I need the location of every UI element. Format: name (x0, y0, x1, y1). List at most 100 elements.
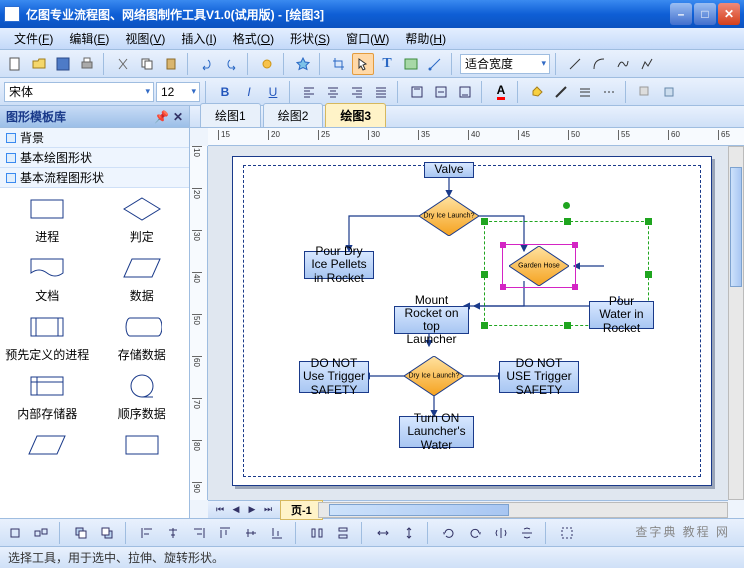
valign-bottom-button[interactable] (454, 81, 476, 103)
shape-stencil-extra-0[interactable] (2, 430, 93, 460)
sidebar-category-1[interactable]: 基本绘图形状 (0, 148, 189, 168)
page-prev-button[interactable]: ◀ (228, 504, 244, 515)
bt-2[interactable] (30, 522, 52, 544)
sidebar-category-0[interactable]: 背景 (0, 128, 189, 148)
align-left-button[interactable] (298, 81, 320, 103)
print-button[interactable] (76, 53, 98, 75)
line-weight-button[interactable] (574, 81, 596, 103)
group-button[interactable] (556, 522, 578, 544)
connector-button[interactable] (424, 53, 446, 75)
line-color-button[interactable] (550, 81, 572, 103)
node-mount-rocket[interactable]: Mount Rocket on top Launcher (394, 306, 469, 334)
open-button[interactable] (28, 53, 50, 75)
align-4[interactable] (214, 522, 236, 544)
italic-button[interactable]: I (238, 82, 260, 102)
menu-w[interactable]: 窗口(W) (338, 28, 397, 49)
node-pour-dryice[interactable]: Pour Dry Ice Pellets in Rocket (304, 251, 374, 279)
viewport[interactable]: Valve Dry Ice Launch? Pour Dry Ice Pelle… (208, 146, 728, 500)
minimize-button[interactable]: – (670, 3, 692, 25)
node-donot2[interactable]: DO NOT USE Trigger SAFETY (499, 361, 579, 393)
menu-h[interactable]: 帮助(H) (397, 28, 454, 49)
undo-button[interactable] (196, 53, 218, 75)
sidebar-category-2[interactable]: 基本流程图形状 (0, 168, 189, 188)
copy-button[interactable] (136, 53, 158, 75)
tab-drawing-3[interactable]: 绘图3 (325, 103, 386, 127)
sidebar-pin-icon[interactable]: 📌 (154, 110, 169, 124)
page-first-button[interactable]: ⏮ (212, 504, 228, 515)
dist-1[interactable] (306, 522, 328, 544)
paste-button[interactable] (160, 53, 182, 75)
page-last-button[interactable]: ⏭ (260, 504, 276, 515)
select-tool-button[interactable] (352, 53, 374, 75)
align-1[interactable] (136, 522, 158, 544)
page-tab[interactable]: 页-1 (280, 500, 323, 520)
font-size-combo[interactable]: 12 (156, 82, 200, 102)
shape-stencil-doc[interactable]: 文档 (2, 253, 93, 304)
flip-h[interactable] (490, 522, 512, 544)
node-garden-hose[interactable]: Garden Hose (509, 246, 569, 286)
node-pour-water[interactable]: Pour Water in Rocket (589, 301, 654, 329)
crop-button[interactable] (328, 53, 350, 75)
redo-button[interactable] (220, 53, 242, 75)
size-2[interactable] (398, 522, 420, 544)
maximize-button[interactable]: □ (694, 3, 716, 25)
rotate-2[interactable] (464, 522, 486, 544)
arc-tool[interactable] (588, 53, 610, 75)
new-button[interactable] (4, 53, 26, 75)
shape-stencil-storage[interactable]: 存储数据 (97, 312, 188, 363)
rotate-1[interactable] (438, 522, 460, 544)
dist-2[interactable] (332, 522, 354, 544)
drawing-page[interactable]: Valve Dry Ice Launch? Pour Dry Ice Pelle… (232, 156, 712, 486)
scrollbar-vertical[interactable] (728, 146, 744, 500)
curve-tool[interactable] (612, 53, 634, 75)
valign-middle-button[interactable] (430, 81, 452, 103)
fill-button[interactable] (526, 81, 548, 103)
page-next-button[interactable]: ▶ (244, 504, 260, 515)
flip-v[interactable] (516, 522, 538, 544)
shape-stencil-extra-1[interactable] (97, 430, 188, 460)
menu-f[interactable]: 文件(F) (6, 28, 61, 49)
valign-top-button[interactable] (406, 81, 428, 103)
menu-o[interactable]: 格式(O) (225, 28, 282, 49)
font-combo[interactable]: 宋体 (4, 82, 154, 102)
align-center-button[interactable] (322, 81, 344, 103)
close-button[interactable]: ✕ (718, 3, 740, 25)
align-2[interactable] (162, 522, 184, 544)
align-5[interactable] (240, 522, 262, 544)
menu-i[interactable]: 插入(I) (173, 28, 224, 49)
align-right-button[interactable] (346, 81, 368, 103)
node-decision2[interactable]: Dry Ice Launch? (404, 356, 464, 396)
node-dryice-decision[interactable]: Dry Ice Launch? (419, 196, 479, 236)
transparency-button[interactable] (658, 81, 680, 103)
bold-button[interactable]: B (214, 82, 236, 102)
shape-stencil-circle[interactable]: 顺序数据 (97, 371, 188, 422)
arrange-1[interactable] (70, 522, 92, 544)
scrollbar-horizontal[interactable] (318, 502, 728, 518)
font-color-button[interactable]: A (490, 81, 512, 103)
align-justify-button[interactable] (370, 81, 392, 103)
node-valve[interactable]: Valve (424, 162, 474, 178)
shape-stencil-para[interactable]: 数据 (97, 253, 188, 304)
shape-stencil-predef[interactable]: 预先定义的进程 (2, 312, 93, 363)
tab-drawing-1[interactable]: 绘图1 (200, 103, 261, 127)
shape-stencil-rect[interactable]: 进程 (2, 194, 93, 245)
menu-s[interactable]: 形状(S) (282, 28, 338, 49)
save-button[interactable] (52, 53, 74, 75)
sidebar-close-icon[interactable]: ✕ (173, 110, 183, 124)
zoom-combo[interactable]: 适合宽度 (460, 54, 550, 74)
menu-v[interactable]: 视图(V) (117, 28, 173, 49)
line-dash-button[interactable] (598, 81, 620, 103)
underline-button[interactable]: U (262, 82, 284, 102)
tab-drawing-2[interactable]: 绘图2 (263, 103, 324, 127)
shape-stencil-diamond[interactable]: 判定 (97, 194, 188, 245)
spray-button[interactable] (256, 53, 278, 75)
bt-1[interactable] (4, 522, 26, 544)
align-3[interactable] (188, 522, 210, 544)
cut-button[interactable] (112, 53, 134, 75)
shape-stencil-internal[interactable]: 内部存储器 (2, 371, 93, 422)
size-1[interactable] (372, 522, 394, 544)
star-icon[interactable] (292, 53, 314, 75)
align-6[interactable] (266, 522, 288, 544)
shadow-button[interactable] (634, 81, 656, 103)
node-donot1[interactable]: DO NOT Use Trigger SAFETY (299, 361, 369, 393)
